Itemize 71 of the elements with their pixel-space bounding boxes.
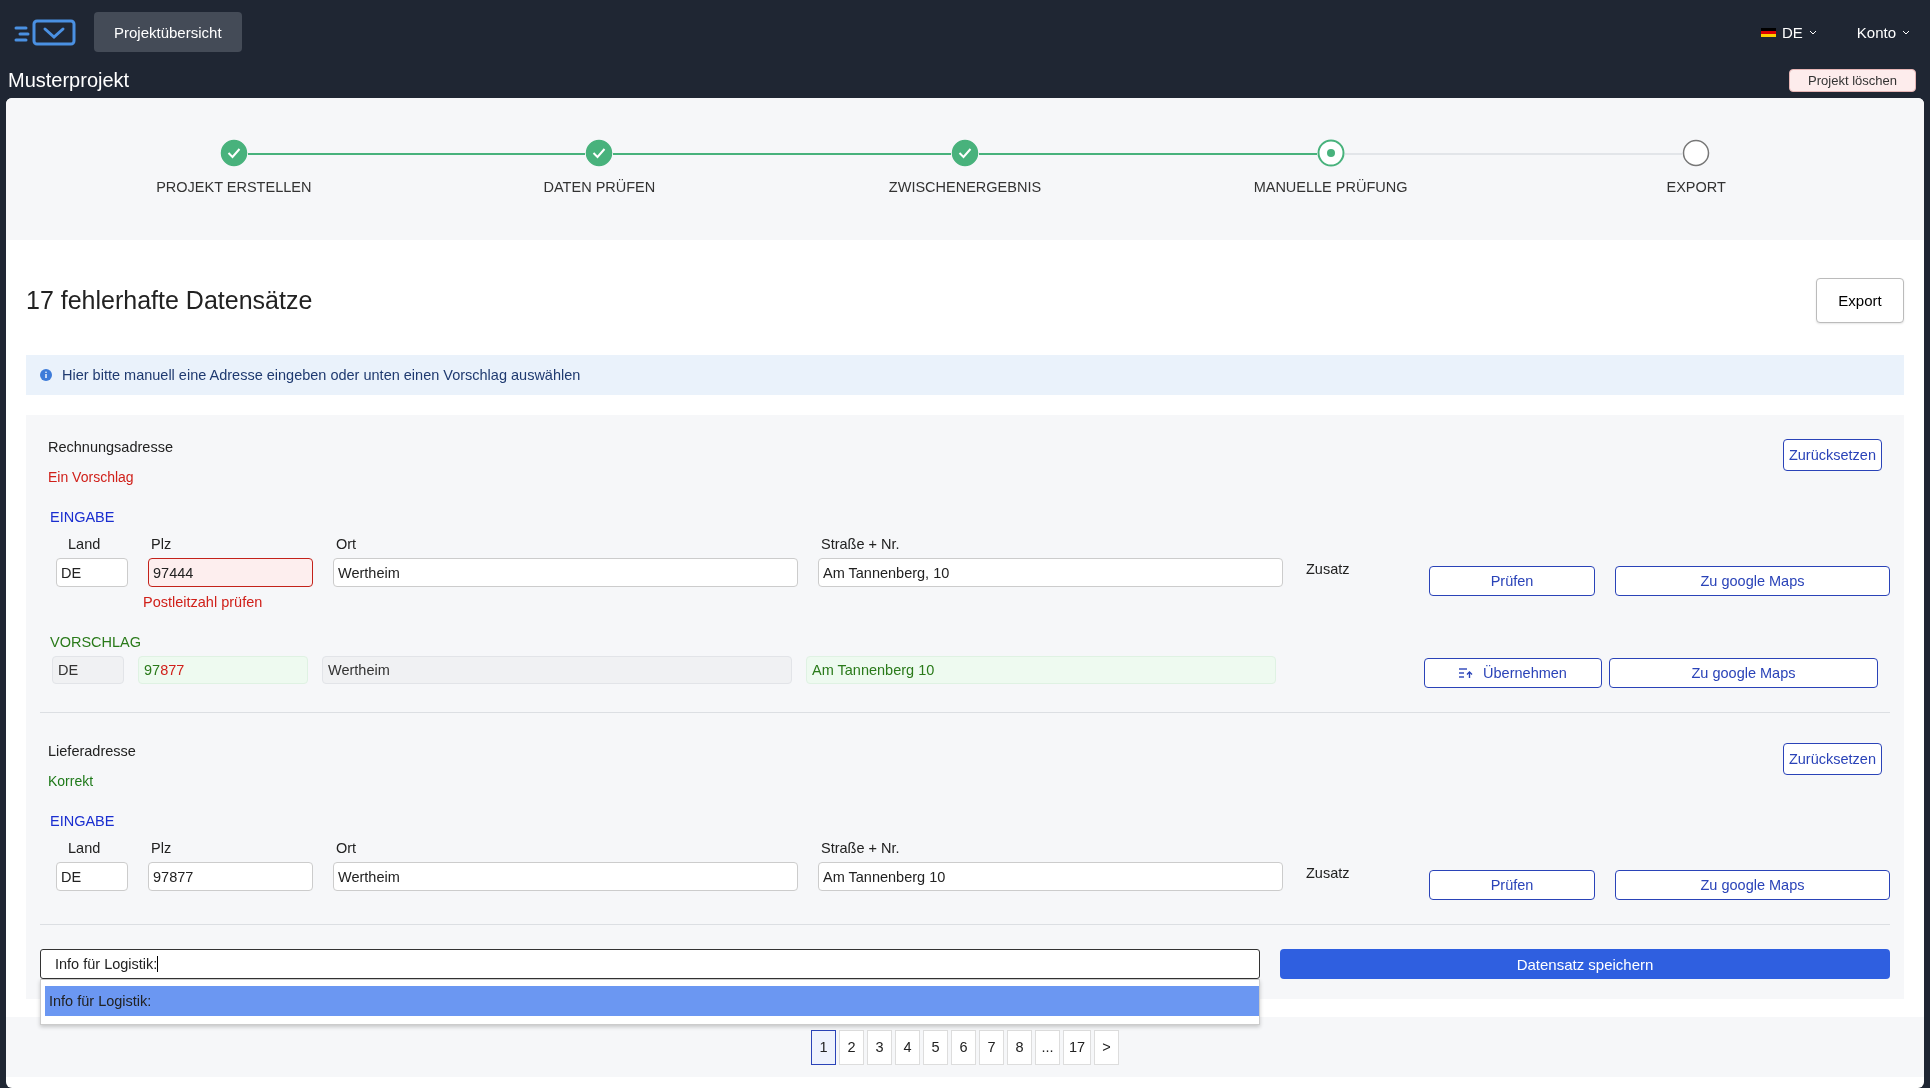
check-button[interactable]: Prüfen: [1429, 870, 1595, 900]
logo-icon: [14, 18, 78, 46]
apply-button[interactable]: Übernehmen: [1424, 658, 1602, 688]
input-heading: EINGABE: [49, 509, 116, 525]
address-title: Lieferadresse: [48, 743, 136, 759]
chevron-down-icon: [1902, 29, 1910, 35]
page-button[interactable]: 4: [894, 1029, 920, 1065]
page-button[interactable]: 17: [1062, 1029, 1092, 1065]
page-button[interactable]: 7: [978, 1029, 1004, 1065]
logistics-info-field[interactable]: Info für Logistik:: [40, 949, 1260, 979]
account-menu[interactable]: Konto: [1850, 22, 1916, 42]
address-title: Rechnungsadresse: [48, 439, 173, 455]
field-label: Plz: [150, 536, 173, 554]
country-field[interactable]: DE: [56, 558, 128, 587]
city-field[interactable]: Wertheim: [333, 862, 798, 891]
page-heading: 17 fehlerhafte Datensätze: [26, 286, 313, 315]
step-label: DATEN PRÜFEN: [543, 179, 656, 195]
save-record-button[interactable]: Datensatz speichern: [1280, 949, 1890, 979]
page-button[interactable]: 8: [1006, 1029, 1032, 1065]
google-maps-button[interactable]: Zu google Maps: [1609, 658, 1878, 688]
field-label: Land: [67, 840, 102, 858]
street-field[interactable]: Am Tannenberg 10: [818, 862, 1283, 891]
step-label: ZWISCHENERGEBNIS: [888, 179, 1042, 195]
page-button[interactable]: ...: [1034, 1029, 1060, 1065]
export-button[interactable]: Export: [1816, 278, 1904, 323]
apply-icon: [1459, 667, 1474, 679]
address-status: Korrekt: [48, 773, 95, 789]
info-text: Hier bitte manuell eine Adresse eingeben oder unten einen Vorschlag auswählen: [62, 367, 581, 383]
page-button[interactable]: 5: [922, 1029, 948, 1065]
error-message: Postleitzahl prüfen: [143, 594, 264, 610]
field-label: Ort: [335, 536, 358, 554]
input-heading: EINGABE: [49, 813, 116, 829]
info-icon: [40, 369, 52, 381]
field-label: Land: [67, 536, 102, 554]
google-maps-button[interactable]: Zu google Maps: [1615, 870, 1890, 900]
reset-button[interactable]: Zurücksetzen: [1782, 743, 1882, 775]
page-button[interactable]: 6: [950, 1029, 976, 1065]
suggested-street: Am Tannenberg 10: [806, 656, 1276, 684]
page-button[interactable]: 1: [810, 1029, 836, 1065]
field-label: Plz: [150, 840, 173, 858]
page-button[interactable]: 2: [838, 1029, 864, 1065]
page-button[interactable]: 3: [866, 1029, 892, 1065]
step-label: MANUELLE PRÜFUNG: [1253, 179, 1408, 195]
reset-button[interactable]: Zurücksetzen: [1782, 439, 1882, 471]
project-overview-button[interactable]: Projektübersicht: [94, 12, 242, 52]
city-field[interactable]: Wertheim: [333, 558, 798, 587]
country-field[interactable]: DE: [56, 862, 128, 891]
suggested-country: DE: [52, 656, 124, 684]
step-label: EXPORT: [1666, 179, 1726, 195]
page-button[interactable]: >: [1094, 1029, 1120, 1065]
suggested-postcode: 97877: [138, 656, 308, 684]
address-status: Ein Vorschlag: [48, 469, 135, 485]
language-menu[interactable]: DE: [1754, 22, 1823, 42]
delete-project-button[interactable]: Projekt löschen: [1789, 68, 1916, 92]
chevron-down-icon: [1808, 29, 1817, 35]
suggested-city: Wertheim: [322, 656, 792, 684]
autocomplete-option[interactable]: Info für Logistik:: [45, 986, 1259, 1016]
check-button[interactable]: Prüfen: [1429, 566, 1595, 596]
step-label: PROJEKT ERSTELLEN: [156, 179, 312, 195]
field-label: Straße + Nr.: [820, 536, 901, 554]
flag-icon: [1760, 27, 1776, 37]
street-field[interactable]: Am Tannenberg, 10: [818, 558, 1283, 587]
field-label: Ort: [335, 840, 358, 858]
suggestion-heading: VORSCHLAG: [49, 634, 143, 650]
postcode-field[interactable]: 97444: [148, 558, 313, 587]
google-maps-button[interactable]: Zu google Maps: [1615, 566, 1890, 596]
field-label: Straße + Nr.: [820, 840, 901, 858]
field-label: Zusatz: [1305, 865, 1350, 881]
project-title: Musterprojekt: [8, 68, 130, 92]
postcode-field[interactable]: 97877: [148, 862, 313, 891]
field-label: Zusatz: [1305, 561, 1350, 577]
